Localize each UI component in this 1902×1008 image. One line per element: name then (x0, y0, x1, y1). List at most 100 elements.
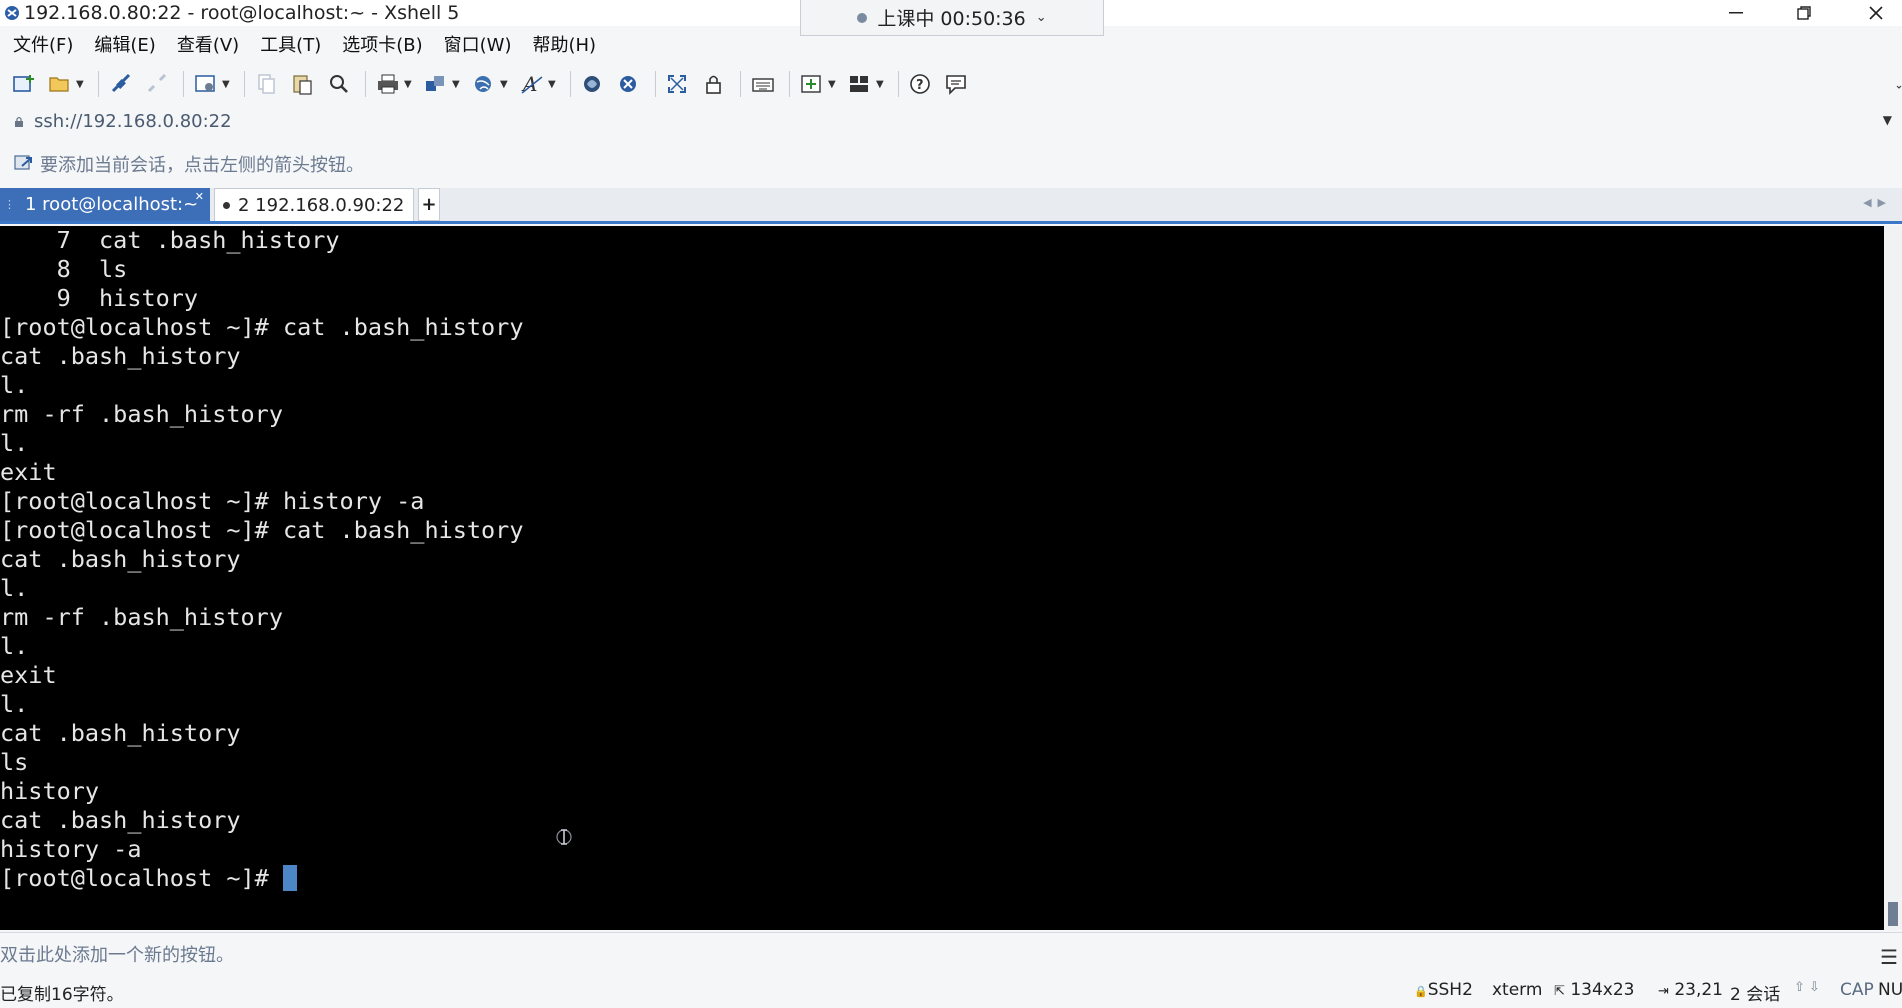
session-hint-bar: 要添加当前会话，点击左侧的箭头按钮。 (0, 148, 1902, 178)
menu-help[interactable]: 帮助(H) (519, 32, 604, 60)
print-icon[interactable] (372, 68, 404, 100)
toolbar-divider (365, 71, 366, 97)
toolbar: ▼ ▼ ▼ ▼ ▼ A ▼ ▼ ▼ ? (0, 66, 1902, 102)
keyboard-icon[interactable] (747, 68, 779, 100)
terminal-line: rm -rf .bash_history (0, 603, 283, 631)
chevron-down-icon[interactable]: ▼ (222, 79, 232, 90)
transfer-icon[interactable] (420, 68, 452, 100)
xshell-icon (5, 6, 19, 20)
terminal-line: l. (0, 371, 29, 399)
tab-label: 1 root@localhost:~ (25, 194, 199, 215)
plus-icon: + (421, 194, 437, 215)
terminal-line: [root@localhost ~]# cat .bash_history (0, 313, 524, 341)
menu-tab[interactable]: 选项卡(B) (329, 32, 430, 60)
menu-tools[interactable]: 工具(T) (247, 32, 329, 60)
fullscreen-icon[interactable] (662, 68, 694, 100)
resize-icon: ⇱ (1554, 984, 1565, 999)
chevron-down-icon[interactable]: ▼ (876, 79, 886, 90)
chevron-down-icon[interactable]: ▼ (828, 79, 838, 90)
connect-icon[interactable] (105, 68, 137, 100)
toolbar-divider (740, 71, 741, 97)
disconnect-icon[interactable] (141, 68, 173, 100)
chevron-down-icon[interactable]: ▼ (500, 79, 510, 90)
terminal-line: cat .bash_history (0, 545, 241, 573)
close-icon[interactable]: ✕ (195, 190, 204, 203)
chevron-down-icon[interactable]: ▼ (548, 79, 558, 90)
status-dot-icon (857, 12, 868, 23)
menu-view[interactable]: 查看(V) (164, 32, 247, 60)
xshell-tunnel-icon[interactable] (613, 68, 645, 100)
tab-pin-icon: ⋮ (4, 198, 15, 211)
terminal-line: ls (0, 748, 29, 776)
status-dot-icon (223, 201, 230, 209)
compose-icon[interactable] (796, 68, 828, 100)
terminal-line: cat .bash_history (0, 806, 241, 834)
terminal-prompt: [root@localhost ~]# (0, 864, 283, 892)
globe-icon[interactable] (468, 68, 500, 100)
chevron-down-icon: ⌄ (1035, 10, 1047, 25)
terminal-text: 7 cat .bash_history 8 ls 9 history [root@… (0, 226, 1884, 893)
transfer-arrows-icon: ⇧ ⇩ (1794, 980, 1820, 995)
menu-file[interactable]: 文件(F) (0, 32, 81, 60)
terminal-line: rm -rf .bash_history (0, 400, 283, 428)
layout-icon[interactable] (844, 68, 876, 100)
xftp-icon[interactable] (577, 68, 609, 100)
status-protocol-label: SSH2 (1427, 980, 1473, 1000)
terminal-line: l. (0, 429, 29, 457)
close-icon (1869, 6, 1883, 20)
toolbar-divider (570, 71, 571, 97)
find-icon[interactable] (323, 68, 355, 100)
close-button[interactable] (1846, 0, 1902, 26)
help-icon[interactable]: ? (905, 68, 937, 100)
svg-text:?: ? (916, 78, 924, 93)
address-bar[interactable]: ssh://192.168.0.80:22 ▼ (0, 107, 1902, 137)
maximize-button[interactable] (1774, 0, 1834, 26)
quick-command-bar[interactable]: 双击此处添加一个新的按钮。 ☰ (0, 932, 1902, 969)
terminal-line: l. (0, 574, 29, 602)
terminal-line: [root@localhost ~]# history -a (0, 487, 425, 515)
terminal-line: exit (0, 458, 57, 486)
menu-window[interactable]: 窗口(W) (431, 32, 520, 60)
open-folder-icon[interactable] (44, 68, 76, 100)
status-size-label: 134x23 (1570, 980, 1635, 1000)
tab-label: 2 192.168.0.90:22 (238, 194, 405, 216)
status-message: 已复制16字符。 (0, 985, 124, 1005)
scrollbar-thumb[interactable] (1888, 902, 1898, 926)
terminal-output[interactable]: 7 cat .bash_history 8 ls 9 history [root@… (0, 226, 1884, 930)
paste-icon[interactable] (287, 68, 319, 100)
properties-icon[interactable] (190, 68, 222, 100)
minimize-button[interactable] (1706, 0, 1766, 26)
new-session-icon[interactable] (8, 68, 40, 100)
chevron-down-icon[interactable]: ▼ (404, 79, 414, 90)
hamburger-menu-icon[interactable]: ☰ (1880, 945, 1898, 969)
copy-icon[interactable] (251, 68, 283, 100)
tab-session-2[interactable]: 2 192.168.0.90:22 (214, 188, 414, 221)
chat-icon[interactable] (941, 68, 973, 100)
lock-icon[interactable] (698, 68, 730, 100)
class-timer[interactable]: 上课中 00:50:36 ⌄ (800, 0, 1104, 36)
terminal-line: [root@localhost ~]# cat .bash_history (0, 516, 524, 544)
chevron-down-icon[interactable]: ▼ (452, 79, 462, 90)
tab-session-1[interactable]: ⋮ 1 root@localhost:~ ✕ (0, 188, 210, 221)
add-tab-button[interactable]: + (418, 188, 440, 221)
menu-bar: 文件(F) 编辑(E) 查看(V) 工具(T) 选项卡(B) 窗口(W) 帮助(… (0, 32, 604, 60)
status-num: NU (1878, 980, 1902, 1000)
terminal-line: 9 history (0, 284, 199, 312)
toolbar-divider (898, 71, 899, 97)
chevron-down-icon (1896, 85, 1902, 89)
terminal-scrollbar[interactable] (1884, 226, 1902, 930)
chevron-down-icon[interactable]: ▼ (1883, 113, 1892, 127)
session-hint-text: 要添加当前会话，点击左侧的箭头按钮。 (40, 155, 364, 176)
font-icon[interactable]: A (516, 68, 548, 100)
chevron-down-icon[interactable]: ▼ (76, 79, 86, 90)
terminal-line: cat .bash_history (0, 342, 241, 370)
menu-edit[interactable]: 编辑(E) (81, 32, 163, 60)
terminal-line: history -a (0, 835, 142, 863)
toolbar-overflow[interactable] (1896, 68, 1902, 100)
tab-scroll-arrows-icon[interactable]: ◀▶ (1863, 196, 1892, 209)
terminal-line: history (0, 777, 100, 805)
terminal-line: l. (0, 690, 29, 718)
add-session-arrow-icon[interactable] (14, 154, 34, 172)
quick-command-hint: 双击此处添加一个新的按钮。 (0, 945, 234, 966)
text-cursor-icon (556, 829, 572, 845)
